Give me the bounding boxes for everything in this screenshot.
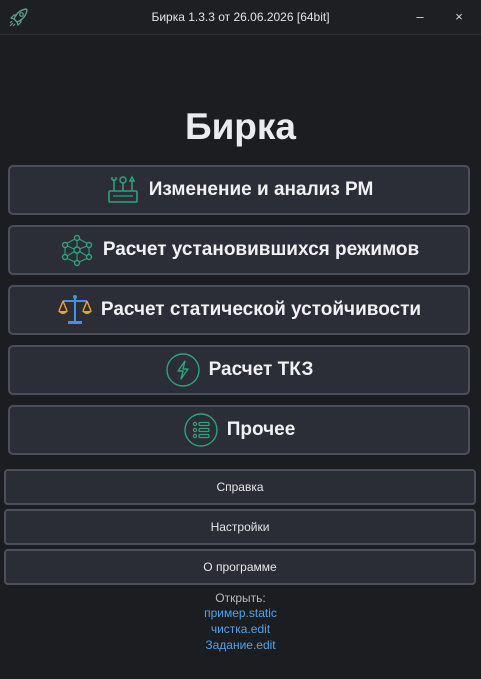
short-circuit-label: Расчет ТКЗ — [208, 359, 314, 380]
title-bar: Бирка 1.3.3 от 26.06.2026 [64bit] – × — [0, 0, 481, 35]
settings-button[interactable]: Настройки — [4, 509, 476, 545]
static-stability-button[interactable]: Расчет статической устойчивости — [8, 285, 470, 335]
steady-state-label: Расчет установившихся режимов — [102, 239, 420, 260]
app-name-heading: Бирка — [184, 106, 297, 147]
other-label: Прочее — [226, 419, 296, 440]
close-button[interactable]: × — [447, 6, 471, 28]
lightning-icon — [165, 352, 201, 388]
recent-file-link[interactable]: пример.static — [0, 606, 481, 620]
model-edit-button[interactable]: Изменение и анализ РМ — [8, 165, 470, 215]
list-icon — [183, 412, 219, 448]
recent-file-link[interactable]: чистка.edit — [0, 622, 481, 636]
minimize-button[interactable]: – — [408, 6, 432, 28]
model-edit-label: Изменение и анализ РМ — [148, 179, 374, 200]
about-button[interactable]: О программе — [4, 549, 476, 585]
other-button[interactable]: Прочее — [8, 405, 470, 455]
short-circuit-button[interactable]: Расчет ТКЗ — [8, 345, 470, 395]
balance-scale-icon — [57, 292, 93, 328]
steady-state-button[interactable]: Расчет установившихся режимов — [8, 225, 470, 275]
static-stability-label: Расчет статической устойчивости — [100, 299, 422, 320]
recent-file-link[interactable]: Задание.edit — [0, 638, 481, 652]
tools-icon — [105, 172, 141, 208]
help-button[interactable]: Справка — [4, 469, 476, 505]
open-recent-label: Открыть: — [215, 591, 266, 605]
network-graph-icon — [59, 232, 95, 268]
